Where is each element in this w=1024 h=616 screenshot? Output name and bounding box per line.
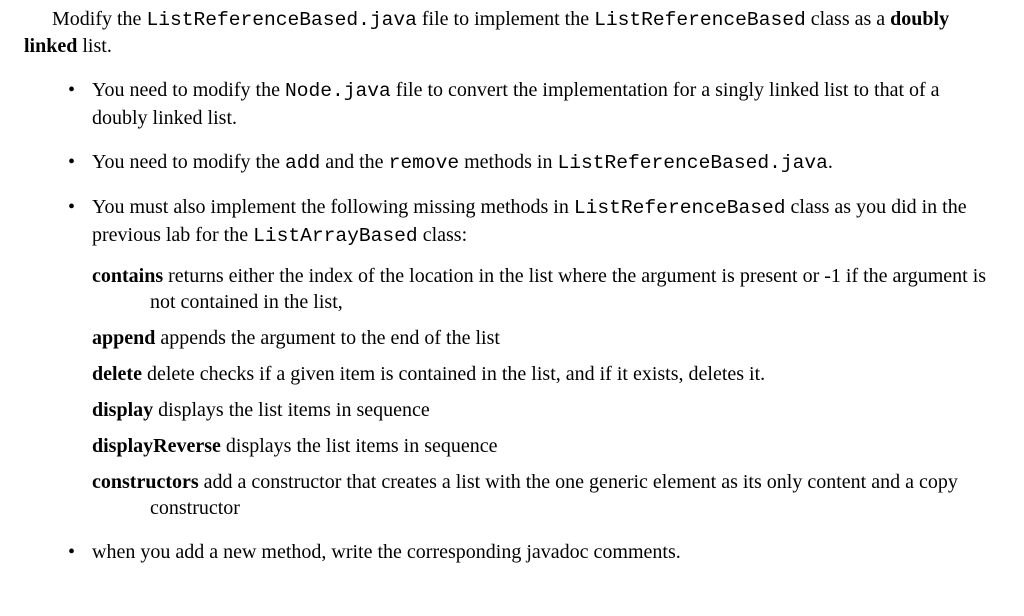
- text: and the: [320, 151, 388, 173]
- filename: ListReferenceBased.java: [146, 9, 416, 31]
- method-displayReverse: displayReverse displays the list items i…: [92, 433, 1000, 459]
- method-term: append: [92, 327, 155, 349]
- method-term: display: [92, 399, 153, 421]
- text: list.: [77, 35, 111, 57]
- method-desc: delete checks if a given item is contain…: [142, 363, 765, 385]
- method-append: append appends the argument to the end o…: [92, 325, 1000, 351]
- method-constructors: constructors add a constructor that crea…: [92, 469, 1000, 521]
- bullet-list: You need to modify the Node.java file to…: [24, 77, 1000, 565]
- method-term: displayReverse: [92, 435, 221, 457]
- text: class:: [418, 224, 467, 246]
- document-page: Modify the ListReferenceBased.java file …: [0, 0, 1024, 593]
- text: Modify the: [52, 8, 146, 30]
- text: You must also implement the following mi…: [92, 196, 574, 218]
- text: when you add a new method, write the cor…: [92, 541, 681, 563]
- method-term: delete: [92, 363, 142, 385]
- bullet-item-1: You need to modify the Node.java file to…: [74, 77, 1000, 130]
- method-name: remove: [389, 152, 460, 174]
- bullet-item-2: You need to modify the add and the remov…: [74, 149, 1000, 176]
- text: .: [828, 151, 833, 173]
- classname: ListReferenceBased: [574, 197, 786, 219]
- method-desc: displays the list items in sequence: [221, 435, 498, 457]
- text: methods in: [459, 151, 557, 173]
- method-desc: returns either the index of the location…: [150, 265, 986, 313]
- method-desc: displays the list items in sequence: [153, 399, 430, 421]
- filename: ListReferenceBased.java: [557, 152, 827, 174]
- text: file to implement the: [417, 8, 594, 30]
- method-name: add: [285, 152, 320, 174]
- classname: ListArrayBased: [253, 225, 418, 247]
- filename: Node.java: [285, 80, 391, 102]
- method-desc: add a constructor that creates a list wi…: [150, 471, 958, 519]
- intro-paragraph: Modify the ListReferenceBased.java file …: [24, 6, 1000, 59]
- bullet-item-3: You must also implement the following mi…: [74, 194, 1000, 521]
- classname: ListReferenceBased: [594, 9, 806, 31]
- text: You need to modify the: [92, 151, 285, 173]
- text: class as a: [806, 8, 890, 30]
- text: You need to modify the: [92, 79, 285, 101]
- method-contains: contains returns either the index of the…: [92, 263, 1000, 315]
- method-definition-list: contains returns either the index of the…: [92, 263, 1000, 521]
- method-term: constructors: [92, 471, 199, 493]
- method-display: display displays the list items in seque…: [92, 397, 1000, 423]
- method-term: contains: [92, 265, 163, 287]
- bullet-item-4: when you add a new method, write the cor…: [74, 539, 1000, 565]
- method-desc: appends the argument to the end of the l…: [155, 327, 500, 349]
- method-delete: delete delete checks if a given item is …: [92, 361, 1000, 387]
